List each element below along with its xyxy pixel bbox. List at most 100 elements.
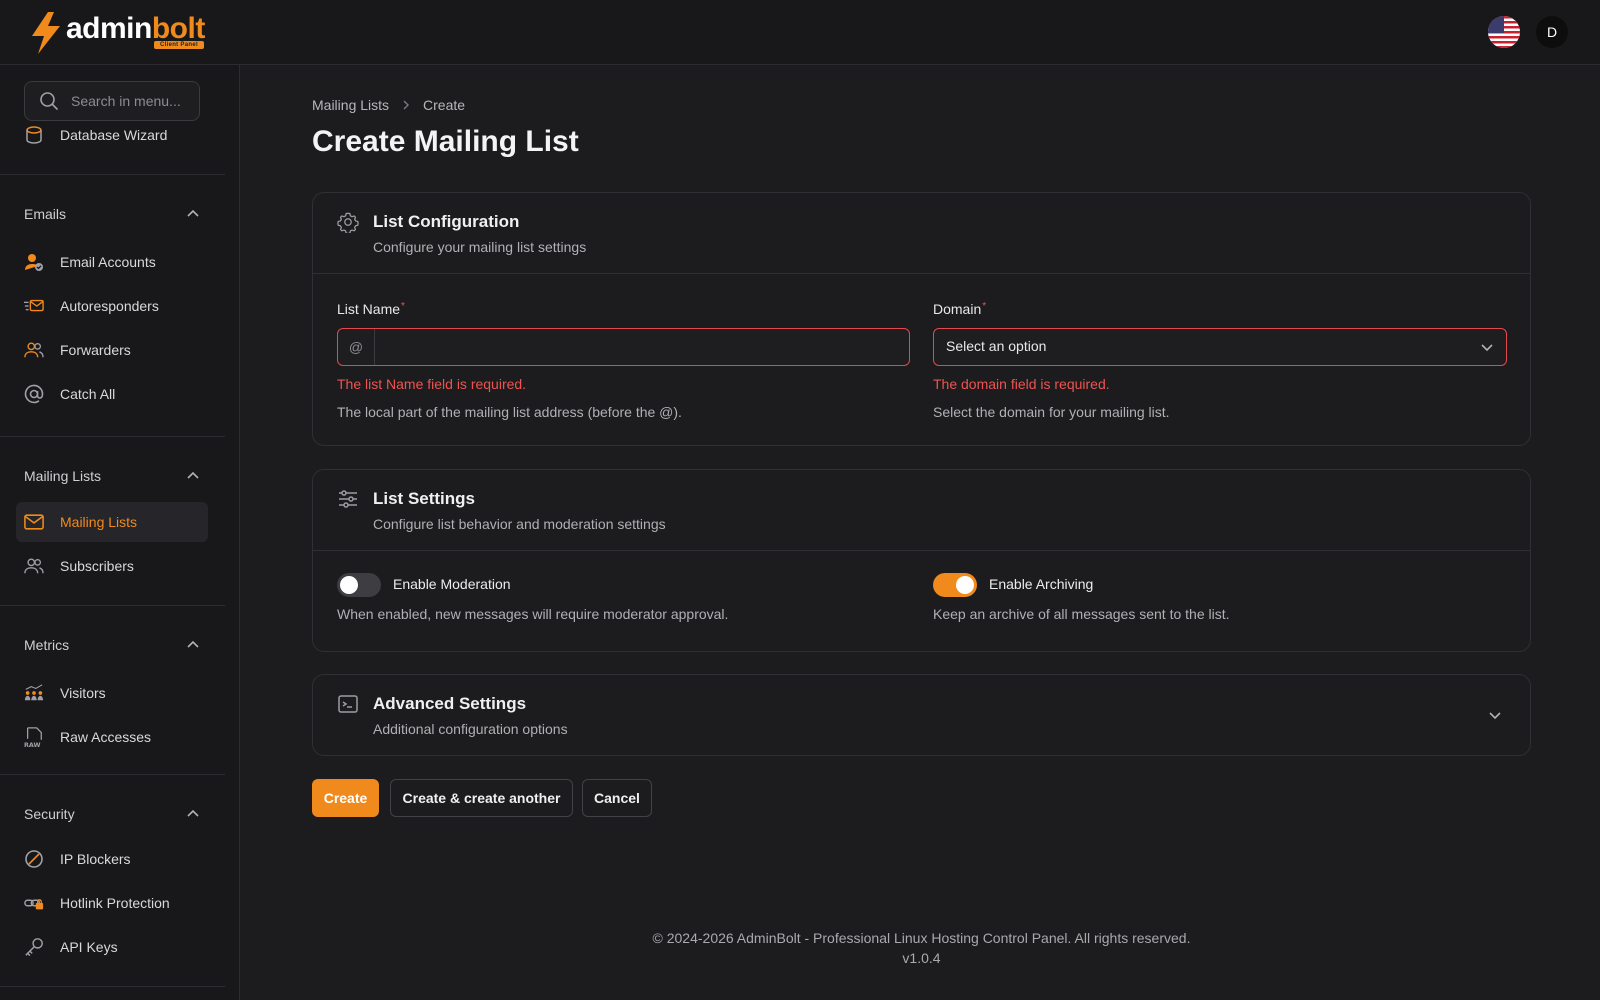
sidebar-divider (0, 605, 225, 606)
top-bar: adminbolt Client Panel D (0, 0, 1600, 65)
envelope-icon (24, 512, 44, 532)
archiving-toggle[interactable] (933, 573, 977, 597)
domain-select[interactable]: Select an option (933, 328, 1507, 366)
advanced-settings-card[interactable]: Advanced Settings Additional configurati… (312, 674, 1531, 756)
sidebar-item-database-wizard[interactable]: Database Wizard (16, 125, 208, 155)
breadcrumb-mailing-lists[interactable]: Mailing Lists (312, 97, 389, 113)
sidebar-item-label: Database Wizard (60, 127, 168, 143)
sidebar-divider (0, 986, 225, 987)
domain-select-value: Select an option (946, 338, 1047, 354)
footer-copyright: © 2024-2026 AdminBolt - Professional Lin… (652, 930, 1191, 946)
database-icon (24, 125, 44, 145)
list-name-input[interactable] (376, 329, 906, 365)
create-button[interactable]: Create (312, 779, 379, 817)
sidebar-item-ip-blockers[interactable]: IP Blockers (16, 839, 208, 879)
sidebar-item-raw-accesses[interactable]: RAW Raw Accesses (16, 717, 208, 757)
sidebar-search-input[interactable]: Search in menu... (24, 81, 200, 121)
group-label: Metrics (24, 637, 70, 653)
sidebar: Search in menu... Database Wizard Emails… (0, 65, 240, 1000)
chevron-right-icon (401, 97, 411, 113)
logo-badge: Client Panel (154, 41, 204, 49)
sidebar-item-label: Hotlink Protection (60, 895, 170, 911)
card-header: List Configuration Configure your mailin… (313, 193, 1530, 274)
chevron-down-icon (1480, 340, 1494, 357)
group-label: Emails (24, 206, 67, 222)
breadcrumb: Mailing Lists Create (312, 97, 465, 113)
sidebar-item-label: IP Blockers (60, 851, 131, 867)
chevron-up-icon (187, 809, 199, 817)
gear-icon (337, 211, 359, 235)
list-name-field[interactable]: @ (337, 328, 910, 366)
adminbolt-logo[interactable]: adminbolt Client Panel (30, 12, 205, 54)
key-icon (24, 937, 44, 957)
card-header: List Settings Configure list behavior an… (313, 470, 1530, 551)
user-avatar[interactable]: D (1536, 16, 1568, 48)
sidebar-item-label: Email Accounts (60, 254, 156, 270)
sidebar-item-api-keys[interactable]: API Keys (16, 927, 208, 967)
group-metrics[interactable]: Metrics (24, 635, 200, 655)
footer-version: v1.0.4 (902, 950, 941, 966)
list-configuration-card: List Configuration Configure your mailin… (312, 192, 1531, 446)
list-name-help: The local part of the mailing list addre… (337, 404, 682, 420)
card-title: Advanced Settings (373, 694, 527, 713)
sidebar-item-label: Mailing Lists (60, 514, 138, 530)
chevron-up-icon (187, 209, 199, 217)
chevron-down-icon[interactable] (1488, 708, 1502, 725)
create-another-button[interactable]: Create & create another (390, 779, 573, 817)
sidebar-item-visitors[interactable]: Visitors (16, 673, 208, 713)
moderation-help: When enabled, new messages will require … (337, 606, 729, 622)
archiving-label: Enable Archiving (989, 576, 1094, 592)
mail-fast-icon (24, 296, 44, 316)
list-settings-card: List Settings Configure list behavior an… (312, 469, 1531, 652)
sidebar-divider (0, 436, 225, 437)
group-label: Mailing Lists (24, 468, 102, 484)
card-subtitle: Configure list behavior and moderation s… (373, 516, 666, 532)
at-prefix: @ (338, 329, 375, 365)
sidebar-item-hotlink-protection[interactable]: Hotlink Protection (16, 883, 208, 923)
logo-text: adminbolt (66, 12, 205, 45)
domain-error: The domain field is required. (933, 376, 1110, 392)
search-placeholder: Search in menu... (71, 93, 181, 109)
breadcrumb-create: Create (423, 97, 466, 113)
list-name-error: The list Name field is required. (337, 376, 527, 392)
block-icon (24, 849, 44, 869)
card-subtitle: Configure your mailing list settings (373, 239, 587, 255)
sidebar-item-label: Catch All (60, 386, 116, 402)
chevron-up-icon (187, 640, 199, 648)
sidebar-item-label: Subscribers (60, 558, 134, 574)
svg-text:RAW: RAW (24, 742, 41, 749)
sidebar-divider (0, 774, 225, 775)
visitors-icon (24, 683, 44, 703)
sidebar-item-subscribers[interactable]: Subscribers (16, 546, 208, 586)
link-lock-icon (24, 893, 44, 913)
sidebar-divider (0, 174, 225, 175)
group-security[interactable]: Security (24, 804, 200, 824)
card-title: List Configuration (373, 212, 520, 231)
at-sign-icon (24, 384, 44, 404)
sidebar-item-label: API Keys (60, 939, 118, 955)
list-name-label: List Name* (337, 301, 405, 317)
raw-file-icon: RAW (24, 727, 44, 749)
chevron-up-icon (187, 471, 199, 479)
sidebar-item-mailing-lists[interactable]: Mailing Lists (16, 502, 208, 542)
sidebar-item-catch-all[interactable]: Catch All (16, 374, 208, 414)
cancel-button[interactable]: Cancel (582, 779, 652, 817)
group-emails[interactable]: Emails (24, 204, 200, 224)
sidebar-item-label: Visitors (60, 685, 106, 701)
sidebar-item-label: Raw Accesses (60, 729, 152, 745)
moderation-toggle[interactable] (337, 573, 381, 597)
us-flag-icon[interactable] (1488, 16, 1520, 48)
group-mailing-lists[interactable]: Mailing Lists (24, 466, 200, 486)
search-icon (40, 92, 58, 110)
moderation-label: Enable Moderation (393, 576, 511, 592)
sidebar-item-forwarders[interactable]: Forwarders (16, 330, 208, 370)
bolt-icon (32, 12, 60, 54)
sliders-icon (337, 488, 359, 510)
user-check-icon (24, 252, 44, 272)
sidebar-item-label: Forwarders (60, 342, 131, 358)
sidebar-item-autoresponders[interactable]: Autoresponders (16, 286, 208, 326)
domain-label: Domain* (933, 301, 987, 317)
card-subtitle: Additional configuration options (373, 721, 568, 737)
sidebar-item-email-accounts[interactable]: Email Accounts (16, 242, 208, 282)
toggle-knob (956, 576, 974, 594)
